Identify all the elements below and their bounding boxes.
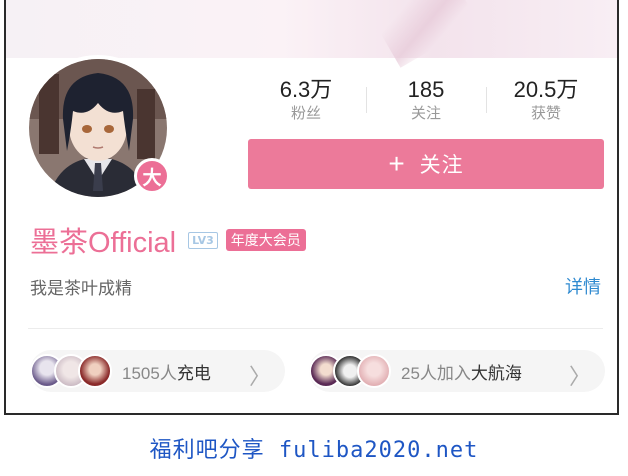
watermark-text: 福利吧分享 fuliba2020.net <box>149 438 479 463</box>
stats-row: 6.3万 粉丝 185 关注 20.5万 获赞 <box>246 77 606 127</box>
detail-link[interactable]: 详情 <box>565 273 601 299</box>
charge-action: 充电 <box>176 363 211 383</box>
stat-following[interactable]: 185 关注 <box>366 77 486 127</box>
crew-text: 25人加入大航海 <box>401 359 522 384</box>
stat-value: 20.5万 <box>513 77 579 102</box>
charge-pill[interactable]: 1505人充电 〉 <box>30 350 285 392</box>
stat-value: 6.3万 <box>279 77 333 102</box>
stat-label: 粉丝 <box>290 105 321 122</box>
charge-avatars <box>30 354 112 388</box>
crew-action: 大航海 <box>470 363 522 383</box>
crew-pill[interactable]: 25人加入大航海 〉 <box>309 350 605 392</box>
follow-button[interactable]: + 关注 <box>248 139 604 189</box>
stat-label: 关注 <box>410 105 441 122</box>
chevron-right-icon: 〉 <box>248 364 271 389</box>
stat-value: 185 <box>407 77 445 102</box>
banner-decoration <box>365 0 479 68</box>
member-tag[interactable]: 年度大会员 <box>225 229 306 251</box>
charge-text: 1505人充电 <box>122 359 211 384</box>
chevron-right-icon: 〉 <box>568 364 591 389</box>
plus-icon: + <box>388 148 406 179</box>
follow-button-label: 关注 <box>419 154 464 177</box>
stat-label: 获赞 <box>530 105 561 122</box>
supporter-avatar <box>78 354 112 388</box>
crew-count: 25人加入 <box>401 363 471 383</box>
vip-badge: 大 <box>134 158 170 194</box>
profile-card: 大 6.3万 粉丝 185 关注 20.5万 获赞 + 关注 墨茶Officia… <box>4 0 619 415</box>
crew-avatar <box>357 354 391 388</box>
divider <box>28 328 603 329</box>
name-row: 墨茶Official LV3 年度大会员 <box>30 220 306 260</box>
crew-avatars <box>309 354 391 388</box>
username: 墨茶Official <box>30 227 177 259</box>
level-badge: LV3 <box>188 231 218 249</box>
stat-fans[interactable]: 6.3万 粉丝 <box>246 77 366 127</box>
bio-text: 我是茶叶成精 <box>30 279 132 298</box>
charge-count: 1505人 <box>122 363 177 383</box>
stat-likes[interactable]: 20.5万 获赞 <box>486 77 606 127</box>
profile-banner <box>6 0 617 68</box>
